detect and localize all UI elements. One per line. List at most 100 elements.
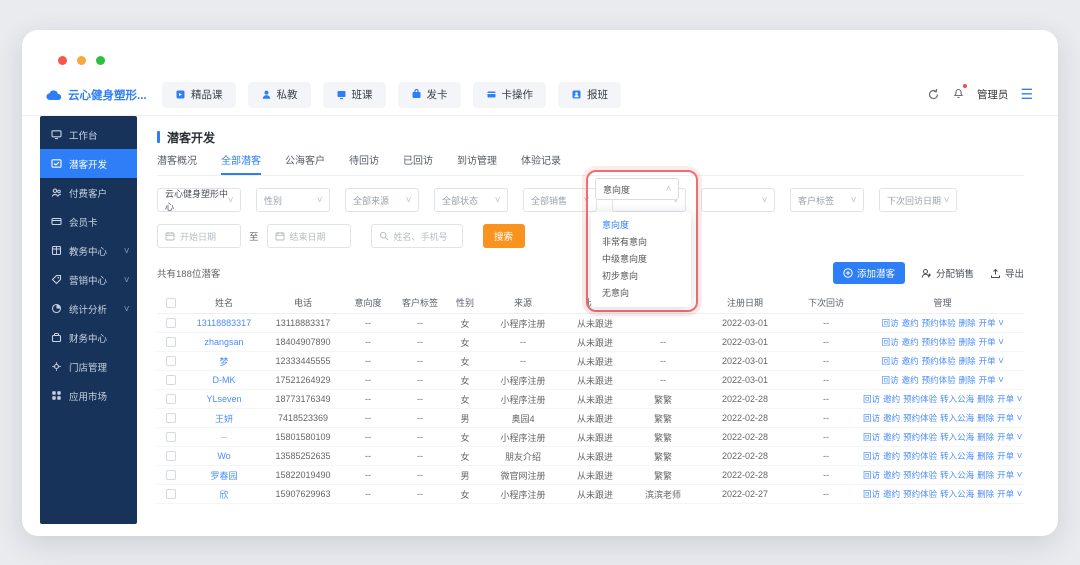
- action-link[interactable]: 开单: [997, 450, 1014, 462]
- tab-1[interactable]: 潜客概况: [157, 152, 197, 175]
- close-window-icon[interactable]: [58, 56, 67, 65]
- search-button[interactable]: 搜索: [482, 224, 525, 248]
- action-link[interactable]: 邀约: [883, 412, 900, 424]
- action-link[interactable]: 开单: [979, 336, 996, 348]
- nav-item-5[interactable]: 卡操作: [472, 81, 546, 108]
- action-link[interactable]: 邀约: [902, 336, 919, 348]
- cell-name[interactable]: D-MK: [185, 375, 263, 385]
- action-link[interactable]: 删除: [977, 488, 994, 500]
- assign-sales-button[interactable]: 分配销售: [921, 266, 974, 280]
- more-actions-chevron-icon[interactable]: ᐯ: [1017, 414, 1022, 422]
- action-link[interactable]: 删除: [959, 317, 976, 329]
- cell-name[interactable]: 13118883317: [185, 318, 263, 328]
- action-link[interactable]: 邀约: [883, 488, 900, 500]
- row-checkbox[interactable]: [166, 489, 176, 500]
- cell-name[interactable]: 欣: [185, 488, 263, 501]
- more-actions-chevron-icon[interactable]: ᐯ: [999, 357, 1004, 365]
- action-link[interactable]: 预约体验: [922, 374, 956, 386]
- action-link[interactable]: 回访: [882, 317, 899, 329]
- tab-4[interactable]: 待回访: [349, 152, 379, 175]
- action-link[interactable]: 预约体验: [922, 317, 956, 329]
- action-link[interactable]: 预约体验: [922, 355, 956, 367]
- action-link[interactable]: 开单: [997, 488, 1014, 500]
- action-link[interactable]: 回访: [882, 336, 899, 348]
- action-link[interactable]: 邀约: [902, 374, 919, 386]
- action-link[interactable]: 预约体验: [903, 431, 937, 443]
- action-link[interactable]: 回访: [863, 412, 880, 424]
- admin-user-label[interactable]: 管理员: [977, 87, 1009, 102]
- minimize-window-icon[interactable]: [77, 56, 86, 65]
- keyword-search-input[interactable]: 姓名、手机号: [370, 224, 463, 248]
- nav-item-1[interactable]: 精品课: [162, 81, 236, 108]
- action-link[interactable]: 转入公海: [940, 412, 974, 424]
- filter-select-3[interactable]: 全部来源 ᐯ: [345, 188, 419, 212]
- action-link[interactable]: 开单: [979, 374, 996, 386]
- sidebar-item-10[interactable]: 应用市场: [40, 381, 137, 410]
- intent-option-4[interactable]: 初步意向: [591, 268, 691, 285]
- cell-name[interactable]: 王妍: [185, 412, 263, 425]
- action-link[interactable]: 邀约: [883, 431, 900, 443]
- cell-name[interactable]: zhangsan: [185, 337, 263, 347]
- sidebar-item-7[interactable]: 统计分析 ᐯ: [40, 294, 137, 323]
- sidebar-item-2[interactable]: 潜客开发: [40, 149, 137, 178]
- action-link[interactable]: 预约体验: [903, 393, 937, 405]
- more-actions-chevron-icon[interactable]: ᐯ: [999, 319, 1004, 327]
- action-link[interactable]: 删除: [959, 336, 976, 348]
- row-checkbox[interactable]: [166, 413, 176, 424]
- more-actions-chevron-icon[interactable]: ᐯ: [999, 338, 1004, 346]
- tab-7[interactable]: 体验记录: [521, 152, 561, 175]
- intent-option-3[interactable]: 中级意向度: [591, 251, 691, 268]
- export-button[interactable]: 导出: [990, 266, 1024, 280]
- action-link[interactable]: 回访: [882, 355, 899, 367]
- maximize-window-icon[interactable]: [96, 56, 105, 65]
- sidebar-item-8[interactable]: 财务中心: [40, 323, 137, 352]
- end-date-input[interactable]: 结束日期: [266, 224, 351, 248]
- row-checkbox[interactable]: [166, 375, 176, 386]
- action-link[interactable]: 删除: [959, 374, 976, 386]
- action-link[interactable]: 开单: [997, 469, 1014, 481]
- action-link[interactable]: 预约体验: [903, 450, 937, 462]
- sidebar-item-4[interactable]: 会员卡: [40, 207, 137, 236]
- action-link[interactable]: 回访: [863, 393, 880, 405]
- filter-select-1[interactable]: 云心健身塑形中心 ᐯ: [157, 188, 241, 212]
- more-actions-chevron-icon[interactable]: ᐯ: [1017, 433, 1022, 441]
- tab-2[interactable]: 全部潜客: [221, 152, 261, 175]
- sidebar-item-3[interactable]: 付费客户: [40, 178, 137, 207]
- action-link[interactable]: 预约体验: [903, 469, 937, 481]
- action-link[interactable]: 邀约: [883, 450, 900, 462]
- action-link[interactable]: 回访: [863, 450, 880, 462]
- row-checkbox[interactable]: [166, 394, 176, 405]
- action-link[interactable]: 转入公海: [940, 393, 974, 405]
- filter-select-9[interactable]: 下次回访日期 ᐯ: [879, 188, 957, 212]
- row-checkbox[interactable]: [166, 356, 176, 367]
- action-link[interactable]: 删除: [959, 355, 976, 367]
- action-link[interactable]: 转入公海: [940, 431, 974, 443]
- menu-icon[interactable]: ☰: [1020, 86, 1034, 103]
- action-link[interactable]: 转入公海: [940, 450, 974, 462]
- action-link[interactable]: 开单: [997, 431, 1014, 443]
- tab-5[interactable]: 已回访: [403, 152, 433, 175]
- action-link[interactable]: 开单: [979, 355, 996, 367]
- more-actions-chevron-icon[interactable]: ᐯ: [1017, 471, 1022, 479]
- action-link[interactable]: 删除: [977, 431, 994, 443]
- select-all-checkbox[interactable]: [166, 297, 176, 308]
- action-link[interactable]: 删除: [977, 412, 994, 424]
- sidebar-item-9[interactable]: 门店管理: [40, 352, 137, 381]
- cell-name[interactable]: 梦: [185, 355, 263, 368]
- action-link[interactable]: 删除: [977, 393, 994, 405]
- refresh-icon[interactable]: [927, 88, 940, 101]
- action-link[interactable]: 转入公海: [940, 469, 974, 481]
- more-actions-chevron-icon[interactable]: ᐯ: [1017, 490, 1022, 498]
- action-link[interactable]: 转入公海: [940, 488, 974, 500]
- action-link[interactable]: 邀约: [902, 355, 919, 367]
- more-actions-chevron-icon[interactable]: ᐯ: [999, 376, 1004, 384]
- row-checkbox[interactable]: [166, 318, 176, 329]
- row-checkbox[interactable]: [166, 470, 176, 481]
- action-link[interactable]: 开单: [997, 412, 1014, 424]
- intent-level-select[interactable]: 意向度 ᐱ: [595, 178, 679, 200]
- intent-option-5[interactable]: 无意向: [591, 285, 691, 302]
- row-checkbox[interactable]: [166, 337, 176, 348]
- action-link[interactable]: 开单: [997, 393, 1014, 405]
- tab-3[interactable]: 公海客户: [285, 152, 325, 175]
- filter-select-8[interactable]: 客户标签 ᐯ: [790, 188, 864, 212]
